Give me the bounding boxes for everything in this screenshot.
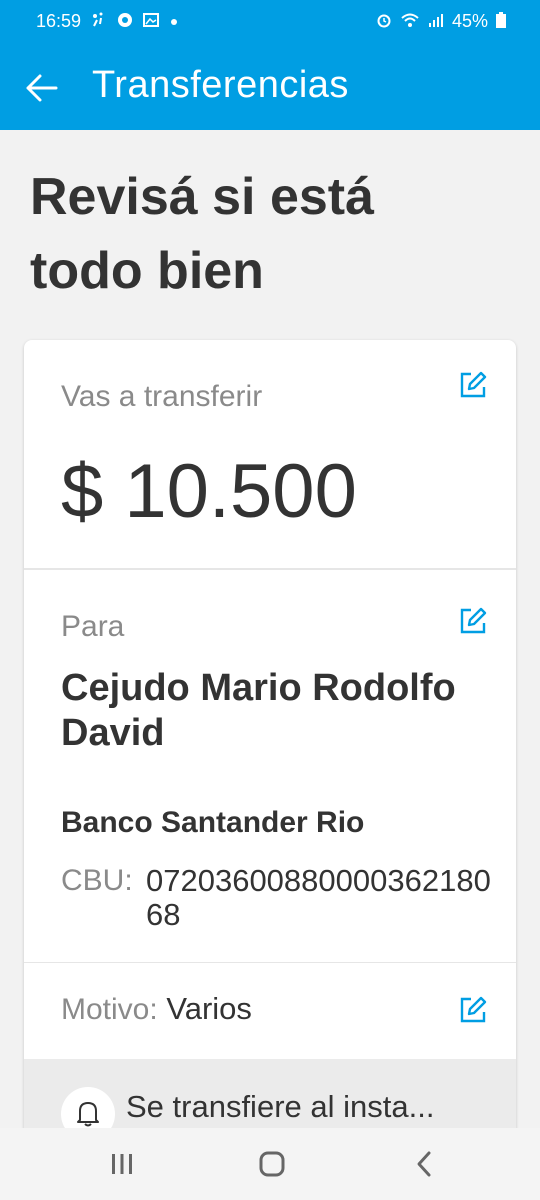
image-icon bbox=[143, 12, 160, 32]
status-right: 45% bbox=[376, 11, 506, 32]
app-bar-title: Transferencias bbox=[92, 64, 349, 106]
instant-transfer-text: Se transfiere al insta... bbox=[126, 1089, 435, 1124]
reason-row: Motivo: Varios bbox=[61, 991, 252, 1027]
reason-section: Motivo: Varios bbox=[24, 963, 516, 1059]
recipient-label: Para bbox=[61, 610, 125, 643]
app-bar: Transferencias bbox=[0, 46, 540, 130]
reason-label: Motivo: bbox=[61, 993, 158, 1026]
instant-transfer-notice: Se transfiere al insta... bbox=[24, 1059, 516, 1128]
bell-icon-badge bbox=[61, 1087, 115, 1128]
status-time: 16:59 bbox=[36, 11, 82, 31]
edit-icon bbox=[460, 996, 487, 1023]
reason-value: Varios bbox=[166, 991, 252, 1026]
amount-value: $ 10.500 bbox=[61, 449, 357, 534]
signal-icon bbox=[428, 12, 444, 32]
amount-section: Vas a transferir $ 10.500 bbox=[24, 340, 516, 570]
dot-icon bbox=[169, 13, 179, 31]
status-bar: 16:59 45% bbox=[0, 0, 540, 46]
edit-amount-button[interactable] bbox=[458, 370, 488, 400]
recipient-name: Cejudo Mario Rodolfo David bbox=[61, 667, 456, 754]
home-icon bbox=[259, 1151, 285, 1177]
edit-icon bbox=[460, 371, 487, 398]
edit-icon bbox=[460, 607, 487, 634]
page-title: Revisá si está todo bien bbox=[30, 168, 375, 300]
system-nav-bar bbox=[0, 1128, 540, 1200]
back-icon bbox=[417, 1151, 431, 1177]
back-button[interactable] bbox=[22, 68, 62, 108]
transfer-summary-card: Vas a transferir $ 10.500 Para Cejudo Ma… bbox=[24, 340, 516, 1128]
edit-recipient-button[interactable] bbox=[458, 606, 488, 636]
home-button[interactable] bbox=[252, 1146, 292, 1182]
cbu-value: 0720360088000036218068 bbox=[146, 863, 491, 932]
main-content: Revisá si está todo bien Vas a transferi… bbox=[0, 130, 540, 1128]
amount-label: Vas a transferir bbox=[61, 380, 263, 413]
battery-icon bbox=[496, 11, 506, 32]
recent-apps-button[interactable] bbox=[102, 1146, 142, 1182]
bank-name: Banco Santander Rio bbox=[61, 806, 365, 839]
edit-reason-button[interactable] bbox=[458, 995, 488, 1025]
chrome-icon bbox=[117, 12, 133, 32]
status-left: 16:59 bbox=[36, 11, 179, 32]
notification-dots-icon bbox=[91, 12, 107, 32]
wifi-icon bbox=[400, 12, 420, 32]
recipient-section: Para Cejudo Mario Rodolfo David Banco Sa… bbox=[24, 570, 516, 963]
alarm-icon bbox=[376, 12, 392, 32]
battery-percent: 45% bbox=[451, 11, 488, 31]
cbu-label: CBU: bbox=[61, 864, 133, 897]
arrow-left-icon bbox=[26, 74, 58, 102]
system-back-button[interactable] bbox=[404, 1146, 444, 1182]
bell-icon bbox=[77, 1102, 99, 1127]
recent-apps-icon bbox=[112, 1154, 132, 1174]
